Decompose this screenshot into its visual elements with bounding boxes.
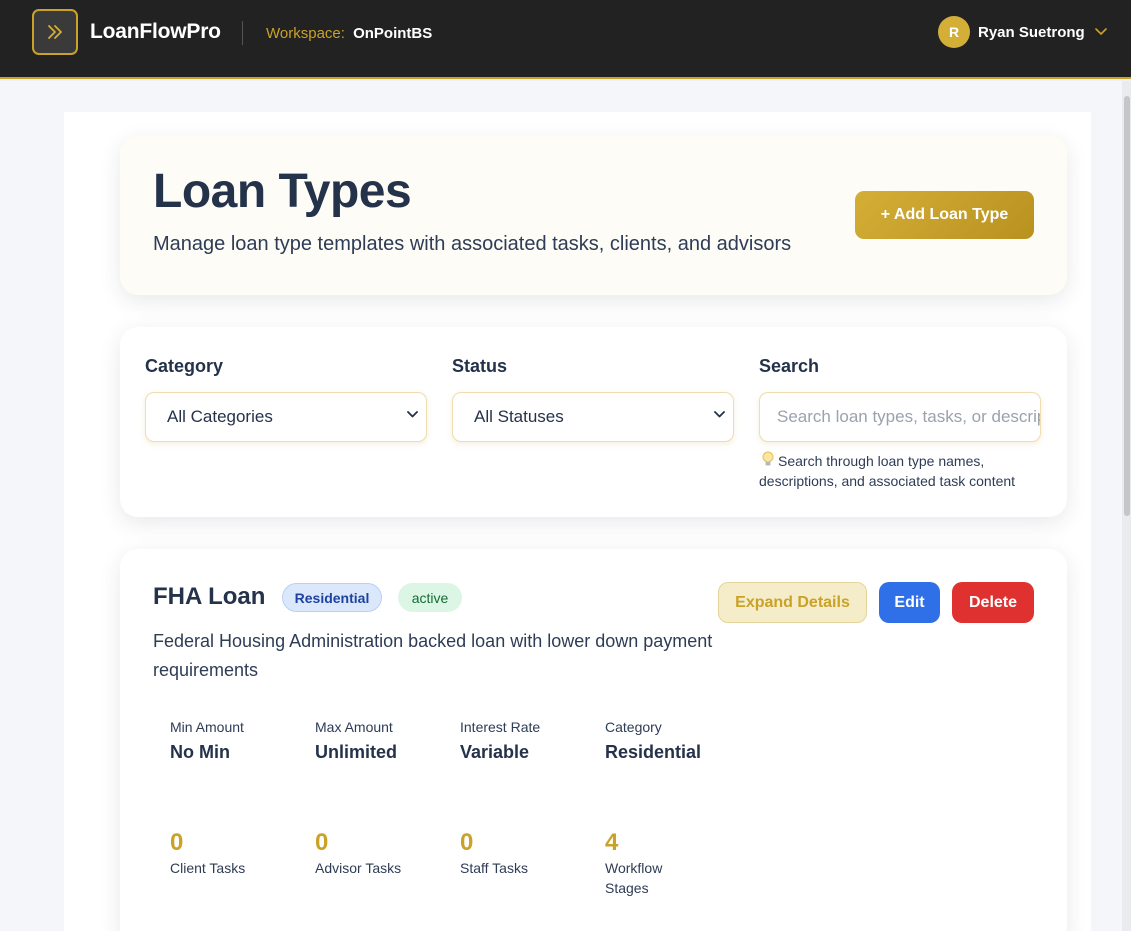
count-label: Staff Tasks bbox=[460, 860, 528, 876]
stat-label: Category bbox=[605, 719, 662, 735]
chevron-down-icon bbox=[714, 411, 725, 418]
count-label: Client Tasks bbox=[170, 860, 246, 876]
count-label: Advisor Tasks bbox=[315, 860, 402, 876]
count-value: 0 bbox=[315, 829, 329, 856]
status-select-value: All Statuses bbox=[474, 407, 564, 426]
max-amount-stat: Max Amount Unlimited bbox=[315, 719, 397, 763]
client-tasks-count: 0 Client Tasks bbox=[170, 829, 280, 878]
edit-button[interactable]: Edit bbox=[879, 582, 940, 623]
user-name: Ryan Suetrong bbox=[978, 23, 1085, 41]
stat-label: Interest Rate bbox=[460, 719, 541, 735]
workspace-indicator: Workspace: OnPointBS bbox=[266, 25, 432, 42]
brand-name: LoanFlowPro bbox=[90, 20, 221, 43]
advisor-tasks-count: 0 Advisor Tasks bbox=[315, 829, 425, 878]
chevron-down-icon bbox=[1094, 28, 1107, 35]
status-select[interactable]: All Statuses bbox=[452, 392, 734, 442]
workspace-label: Workspace: bbox=[266, 25, 345, 42]
workflow-stages-count: 4 Workflow Stages bbox=[605, 829, 685, 898]
status-badge: active bbox=[398, 583, 462, 612]
category-select[interactable]: All Categories bbox=[145, 392, 427, 442]
min-amount-stat: Min Amount No Min bbox=[170, 719, 244, 763]
page-header-card: Loan Types Manage loan type templates wi… bbox=[120, 136, 1067, 295]
search-hint: Search through loan type names, descript… bbox=[759, 451, 1049, 491]
category-badge: Residential bbox=[282, 583, 382, 612]
count-value: 0 bbox=[170, 829, 184, 856]
page-subtitle: Manage loan type templates with associat… bbox=[153, 233, 792, 255]
loan-type-card: FHA Loan Residential active Expand Detai… bbox=[120, 549, 1067, 931]
search-label: Search bbox=[759, 356, 820, 376]
divider bbox=[242, 21, 243, 45]
stat-label: Min Amount bbox=[170, 719, 244, 735]
workspace-name: OnPointBS bbox=[353, 25, 433, 42]
expand-details-button[interactable]: Expand Details bbox=[718, 582, 867, 623]
scrollbar-thumb[interactable] bbox=[1124, 96, 1130, 516]
page-title: Loan Types bbox=[153, 165, 412, 218]
delete-button[interactable]: Delete bbox=[952, 582, 1034, 623]
interest-rate-stat: Interest Rate Variable bbox=[460, 719, 540, 763]
avatar: R bbox=[938, 16, 970, 48]
category-label: Category bbox=[145, 356, 224, 376]
category-stat: Category Residential bbox=[605, 719, 701, 763]
loan-name: FHA Loan bbox=[153, 583, 266, 610]
add-loan-type-button[interactable]: + Add Loan Type bbox=[855, 191, 1034, 239]
search-hint-text: Search through loan type names, descript… bbox=[759, 453, 1016, 489]
status-label: Status bbox=[452, 356, 508, 376]
top-bar: LoanFlowPro Workspace: OnPointBS R Ryan … bbox=[0, 0, 1131, 79]
double-chevron-right-icon bbox=[48, 25, 62, 39]
chevron-down-icon bbox=[407, 411, 418, 418]
count-value: 4 bbox=[605, 829, 619, 856]
stat-value: No Min bbox=[170, 742, 230, 762]
staff-tasks-count: 0 Staff Tasks bbox=[460, 829, 570, 878]
stat-value: Unlimited bbox=[315, 742, 398, 762]
stat-value: Variable bbox=[460, 742, 530, 762]
stat-label: Max Amount bbox=[315, 719, 393, 735]
lightbulb-icon bbox=[762, 451, 774, 466]
stat-value: Residential bbox=[605, 742, 702, 762]
loan-description: Federal Housing Administration backed lo… bbox=[153, 631, 713, 680]
search-input[interactable] bbox=[759, 392, 1041, 442]
count-label: Workflow Stages bbox=[605, 860, 663, 896]
sidebar-toggle-button[interactable] bbox=[32, 9, 78, 55]
count-value: 0 bbox=[460, 829, 474, 856]
user-menu[interactable]: R Ryan Suetrong bbox=[938, 16, 1107, 48]
category-select-value: All Categories bbox=[167, 407, 273, 426]
filters-card: Category All Categories Status All Statu… bbox=[120, 327, 1067, 517]
